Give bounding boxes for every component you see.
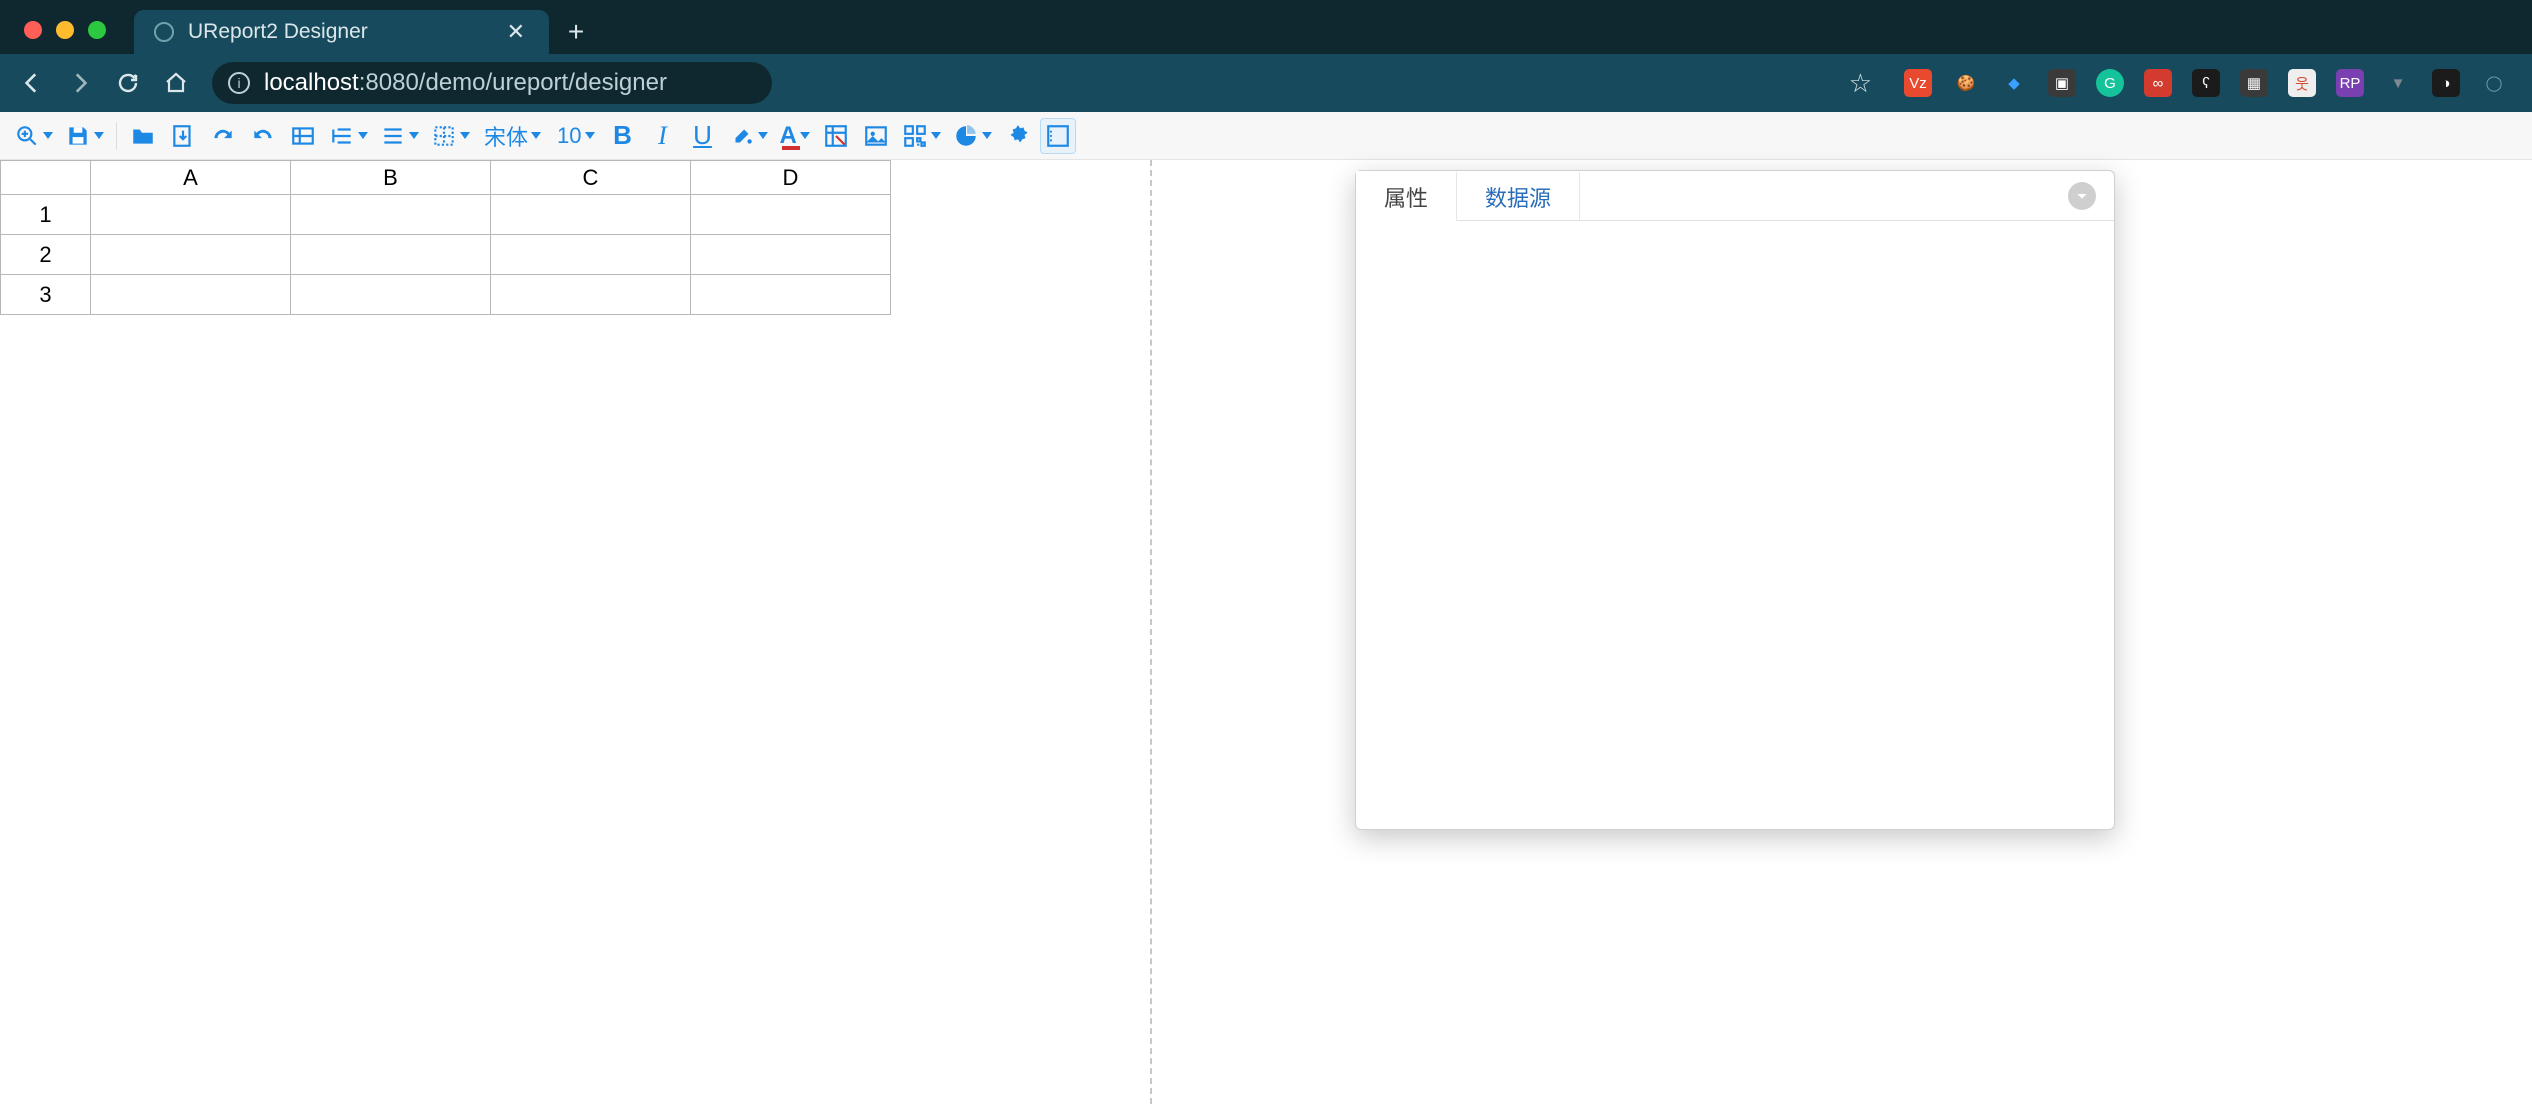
border-button[interactable] xyxy=(427,118,474,154)
page-width-guide xyxy=(1150,160,1152,1104)
undo-button[interactable] xyxy=(245,118,281,154)
window-controls xyxy=(24,21,106,39)
address-bar[interactable]: i localhost:8080/demo/ureport/designer xyxy=(212,62,772,104)
designer-toolbar: 宋体 10 B I U A xyxy=(0,112,2532,160)
extension-ext-diamond[interactable]: ◆ xyxy=(2000,69,2028,97)
maximize-window-button[interactable] xyxy=(88,21,106,39)
col-header-D[interactable]: D xyxy=(691,161,891,195)
panel-tab-strip: 属性 数据源 xyxy=(1356,171,2114,221)
cell-A2[interactable] xyxy=(91,235,291,275)
url-port: :8080 xyxy=(359,69,419,96)
crosstab-button[interactable] xyxy=(818,118,854,154)
url-path: /demo/ureport/designer xyxy=(419,69,667,96)
settings-button[interactable] xyxy=(1000,118,1036,154)
cell-D1[interactable] xyxy=(691,195,891,235)
toggle-panel-button[interactable] xyxy=(1040,118,1076,154)
font-family-select[interactable]: 宋体 xyxy=(478,118,547,154)
qrcode-button[interactable] xyxy=(898,118,945,154)
panel-collapse-button[interactable] xyxy=(2068,182,2096,210)
underline-button[interactable]: U xyxy=(685,118,721,154)
browser-tab-strip: UReport2 Designer ✕ + xyxy=(0,0,2532,54)
browser-tab-active[interactable]: UReport2 Designer ✕ xyxy=(134,10,549,54)
cell-D2[interactable] xyxy=(691,235,891,275)
redo-button[interactable] xyxy=(205,118,241,154)
tab-favicon xyxy=(154,22,174,42)
site-info-icon[interactable]: i xyxy=(228,72,250,94)
bookmark-star-icon[interactable]: ☆ xyxy=(1849,68,1872,99)
chart-button[interactable] xyxy=(949,118,996,154)
col-header-B[interactable]: B xyxy=(291,161,491,195)
image-button[interactable] xyxy=(858,118,894,154)
grid-corner[interactable] xyxy=(1,161,91,195)
extension-ext-frame[interactable]: ▦ xyxy=(2240,69,2268,97)
row-header-2[interactable]: 2 xyxy=(1,235,91,275)
tab-datasource[interactable]: 数据源 xyxy=(1457,171,1580,220)
new-tab-button[interactable]: + xyxy=(557,13,595,51)
col-header-C[interactable]: C xyxy=(491,161,691,195)
row-header-3[interactable]: 3 xyxy=(1,275,91,315)
forward-button xyxy=(62,65,98,101)
minimize-window-button[interactable] xyxy=(56,21,74,39)
url-host: localhost xyxy=(264,69,359,96)
extension-ext-dark[interactable]: ◑ xyxy=(2432,69,2460,97)
row-header-1[interactable]: 1 xyxy=(1,195,91,235)
cell-C1[interactable] xyxy=(491,195,691,235)
home-button[interactable] xyxy=(158,65,194,101)
cell-C3[interactable] xyxy=(491,275,691,315)
italic-button[interactable]: I xyxy=(645,118,681,154)
extension-ext-1[interactable]: Vz xyxy=(1904,69,1932,97)
merge-cells-button[interactable] xyxy=(285,118,321,154)
preview-button[interactable] xyxy=(10,118,57,154)
tab-title: UReport2 Designer xyxy=(188,20,503,44)
cell-C2[interactable] xyxy=(491,235,691,275)
close-window-button[interactable] xyxy=(24,21,42,39)
extension-ext-rp[interactable]: RP xyxy=(2336,69,2364,97)
cell-B3[interactable] xyxy=(291,275,491,315)
properties-panel[interactable]: 属性 数据源 xyxy=(1355,170,2115,830)
cell-A1[interactable] xyxy=(91,195,291,235)
tab-properties[interactable]: 属性 xyxy=(1356,171,1457,221)
designer-workspace[interactable]: A B C D 1 2 3 xyxy=(0,160,2532,1104)
font-size-select[interactable]: 10 xyxy=(551,118,600,154)
font-color-button[interactable]: A xyxy=(776,118,814,154)
extension-ext-grammarly[interactable]: G xyxy=(2096,69,2124,97)
panel-body xyxy=(1356,221,2114,829)
extension-ext-cat[interactable]: ʕ xyxy=(2192,69,2220,97)
toolbar-separator xyxy=(116,122,117,150)
cell-B1[interactable] xyxy=(291,195,491,235)
tab-close-icon[interactable]: ✕ xyxy=(503,19,529,45)
bg-color-button[interactable] xyxy=(725,118,772,154)
extension-ext-person[interactable]: 웃 xyxy=(2288,69,2316,97)
save-button[interactable] xyxy=(61,118,108,154)
browser-nav-bar: i localhost:8080/demo/ureport/designer ☆… xyxy=(0,54,2532,112)
back-button[interactable] xyxy=(14,65,50,101)
reload-button[interactable] xyxy=(110,65,146,101)
valign-button[interactable] xyxy=(376,118,423,154)
extension-ext-vue[interactable]: ▼ xyxy=(2384,69,2412,97)
cell-A3[interactable] xyxy=(91,275,291,315)
col-header-A[interactable]: A xyxy=(91,161,291,195)
extension-ext-circle[interactable]: ◯ xyxy=(2480,69,2508,97)
extension-ext-cam[interactable]: ▣ xyxy=(2048,69,2076,97)
bold-button[interactable]: B xyxy=(605,118,641,154)
export-button[interactable] xyxy=(165,118,201,154)
align-button[interactable] xyxy=(325,118,372,154)
extension-ext-infinity[interactable]: ∞ xyxy=(2144,69,2172,97)
url-text: localhost:8080/demo/ureport/designer xyxy=(264,69,667,97)
report-grid[interactable]: A B C D 1 2 3 xyxy=(0,160,891,315)
extensions-strip: Vz 🍪 ◆ ▣ G ∞ ʕ ▦ 웃 RP ▼ ◑ ◯ xyxy=(1894,69,2518,97)
open-button[interactable] xyxy=(125,118,161,154)
cell-B2[interactable] xyxy=(291,235,491,275)
extension-ext-cookie[interactable]: 🍪 xyxy=(1952,69,1980,97)
cell-D3[interactable] xyxy=(691,275,891,315)
